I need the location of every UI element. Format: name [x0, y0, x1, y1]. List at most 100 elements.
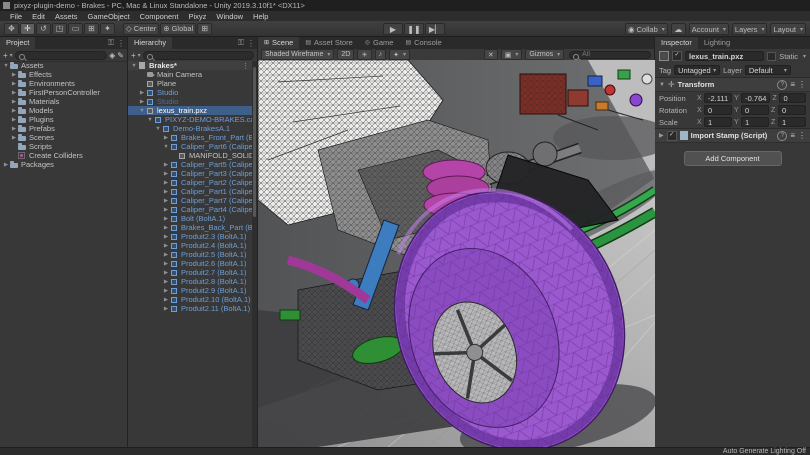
- expander-arrow-icon[interactable]: ▶: [162, 306, 170, 312]
- tree-item[interactable]: ▼lexus_train.pxz: [128, 106, 252, 115]
- step-button[interactable]: ▶▏: [425, 23, 445, 35]
- tree-item[interactable]: ▼Caliper_Part6 (Caliper_Part6): [128, 142, 252, 151]
- tree-item[interactable]: ▶Studio: [128, 88, 252, 97]
- tree-item[interactable]: Scripts: [0, 142, 127, 151]
- tree-item[interactable]: ▶Models: [0, 106, 127, 115]
- tab-project[interactable]: Project: [0, 37, 35, 49]
- tab-lighting[interactable]: Lighting: [698, 37, 736, 49]
- expander-arrow-icon[interactable]: ▶: [10, 135, 18, 141]
- menu-help[interactable]: Help: [248, 12, 273, 21]
- expander-arrow-icon[interactable]: ▶: [10, 72, 18, 78]
- expander-arrow-icon[interactable]: ▶: [10, 90, 18, 96]
- scene-viewport[interactable]: [258, 60, 654, 447]
- import-stamp-component-header[interactable]: ▶ ✓ Import Stamp (Script) ? ≡ ⋮: [655, 128, 810, 143]
- tree-item[interactable]: ▼Assets: [0, 61, 127, 70]
- menu-window[interactable]: Window: [211, 12, 248, 21]
- move-tool-button[interactable]: ✛: [20, 23, 35, 35]
- tree-item[interactable]: ▶Produit2.3 (BoltA.1): [128, 232, 252, 241]
- component-menu-icon[interactable]: ⋮: [798, 80, 806, 89]
- expander-arrow-icon[interactable]: ▼: [146, 117, 154, 123]
- scene-effects-dropdown[interactable]: ✦▾: [389, 49, 410, 60]
- preset-icon[interactable]: ≡: [790, 131, 795, 140]
- lock-icon[interactable]: ⚿: [108, 38, 114, 48]
- menu-edit[interactable]: Edit: [27, 12, 50, 21]
- scene-audio-toggle[interactable]: ♪: [375, 49, 387, 60]
- tree-item[interactable]: ▶Caliper_Part4 (Caliper_Part4): [128, 205, 252, 214]
- tree-item[interactable]: ▶Environments: [0, 79, 127, 88]
- scrollbar-thumb[interactable]: [253, 67, 256, 217]
- expander-arrow-icon[interactable]: ▶: [162, 279, 170, 285]
- tree-item[interactable]: ▼Brakes*⋮: [128, 61, 252, 70]
- lock-icon[interactable]: ⚿: [238, 38, 244, 48]
- tree-item[interactable]: Plane: [128, 79, 252, 88]
- tree-item[interactable]: ▶Produit2.11 (BoltA.1): [128, 304, 252, 313]
- tree-item[interactable]: ▶Effects: [0, 70, 127, 79]
- expander-arrow-icon[interactable]: ▼: [138, 108, 146, 114]
- tree-item[interactable]: Main Camera: [128, 70, 252, 79]
- layout-button[interactable]: Layout▾: [770, 23, 806, 35]
- expander-arrow-icon[interactable]: ▶: [162, 207, 170, 213]
- position-z-field[interactable]: 0: [779, 93, 806, 103]
- expander-arrow-icon[interactable]: ▼: [130, 63, 138, 69]
- expander-arrow-icon[interactable]: ▶: [10, 126, 18, 132]
- auto-generate-lighting-status[interactable]: Auto Generate Lighting Off: [723, 448, 806, 455]
- rotation-x-field[interactable]: 0: [704, 105, 732, 115]
- preset-icon[interactable]: ≡: [790, 80, 795, 89]
- tree-item[interactable]: MANIFOLD_SOLID_BREP: [128, 151, 252, 160]
- expander-arrow-icon[interactable]: ▶: [10, 81, 18, 87]
- expander-arrow-icon[interactable]: ▶: [2, 162, 10, 168]
- component-menu-icon[interactable]: ⋮: [798, 131, 806, 140]
- scale-z-field[interactable]: 1: [778, 117, 806, 127]
- expander-arrow-icon[interactable]: ▶: [162, 225, 170, 231]
- menu-assets[interactable]: Assets: [50, 12, 83, 21]
- expander-arrow-icon[interactable]: ▼: [162, 144, 170, 150]
- scene-search-field[interactable]: [569, 51, 651, 59]
- tab-console[interactable]: ▤Console: [399, 37, 447, 49]
- collab-button[interactable]: ◉Collab▾: [625, 23, 668, 35]
- expander-arrow-icon[interactable]: ▶: [162, 243, 170, 249]
- tree-item[interactable]: ▶Packages: [0, 160, 127, 169]
- expander-arrow-icon[interactable]: ▶: [138, 90, 146, 96]
- tree-item[interactable]: ▶Produit2.8 (BoltA.1): [128, 277, 252, 286]
- tree-item[interactable]: ▶Caliper_Part5 (Caliper_Part5): [128, 160, 252, 169]
- 2d-toggle-button[interactable]: 2D: [337, 49, 354, 60]
- scale-tool-button[interactable]: ◳: [52, 23, 67, 35]
- expander-arrow-icon[interactable]: ▶: [162, 189, 170, 195]
- cloud-button[interactable]: ☁: [671, 23, 686, 35]
- component-enabled-checkbox[interactable]: ✓: [667, 131, 677, 141]
- tree-item[interactable]: ▶Produit2.7 (BoltA.1): [128, 268, 252, 277]
- expander-arrow-icon[interactable]: ▶: [162, 297, 170, 303]
- active-checkbox[interactable]: ✓: [672, 51, 682, 61]
- transform-component-header[interactable]: ▼ ✛ Transform ? ≡ ⋮: [655, 77, 810, 92]
- expander-arrow-icon[interactable]: ▶: [10, 117, 18, 123]
- expander-arrow-icon[interactable]: ▶: [162, 234, 170, 240]
- rect-tool-button[interactable]: ▭: [68, 23, 83, 35]
- tree-item[interactable]: ▶Produit2.6 (BoltA.1): [128, 259, 252, 268]
- project-search-input[interactable]: [28, 52, 106, 59]
- expander-arrow-icon[interactable]: ▶: [10, 99, 18, 105]
- tree-item[interactable]: ▶Brakes_Back_Part (Brakes_Back_Part): [128, 223, 252, 232]
- layer-dropdown[interactable]: Default▾: [745, 65, 791, 75]
- create-asset-button[interactable]: +▾: [3, 51, 13, 60]
- menu-gameobject[interactable]: GameObject: [83, 12, 135, 21]
- expander-arrow-icon[interactable]: ▶: [10, 108, 18, 114]
- pause-button[interactable]: ❚❚: [404, 23, 424, 35]
- rotation-z-field[interactable]: 0: [778, 105, 806, 115]
- hierarchy-search-field[interactable]: [143, 51, 254, 60]
- project-search-field[interactable]: [15, 51, 107, 60]
- expander-arrow-icon[interactable]: ▶: [162, 261, 170, 267]
- expander-arrow-icon[interactable]: ▼: [154, 126, 162, 132]
- scale-y-field[interactable]: 1: [741, 117, 769, 127]
- scene-lighting-toggle[interactable]: ☀: [357, 49, 371, 60]
- add-component-button[interactable]: Add Component: [684, 151, 782, 166]
- draw-mode-dropdown[interactable]: Shaded Wireframe▾: [261, 49, 334, 60]
- tree-item[interactable]: ▶Studio: [128, 97, 252, 106]
- hierarchy-search-input[interactable]: [156, 52, 253, 59]
- tree-item[interactable]: ▶Plugins: [0, 115, 127, 124]
- transform-tool-button[interactable]: ⊞: [84, 23, 99, 35]
- account-button[interactable]: Account▾: [689, 23, 729, 35]
- tree-item[interactable]: ▶Caliper_Part7 (Caliper_Part7): [128, 196, 252, 205]
- tree-item[interactable]: ▶Bolt (BoltA.1): [128, 214, 252, 223]
- tree-item[interactable]: ▶Produit2.10 (BoltA.1): [128, 295, 252, 304]
- panel-menu-icon[interactable]: ⋮: [117, 39, 125, 48]
